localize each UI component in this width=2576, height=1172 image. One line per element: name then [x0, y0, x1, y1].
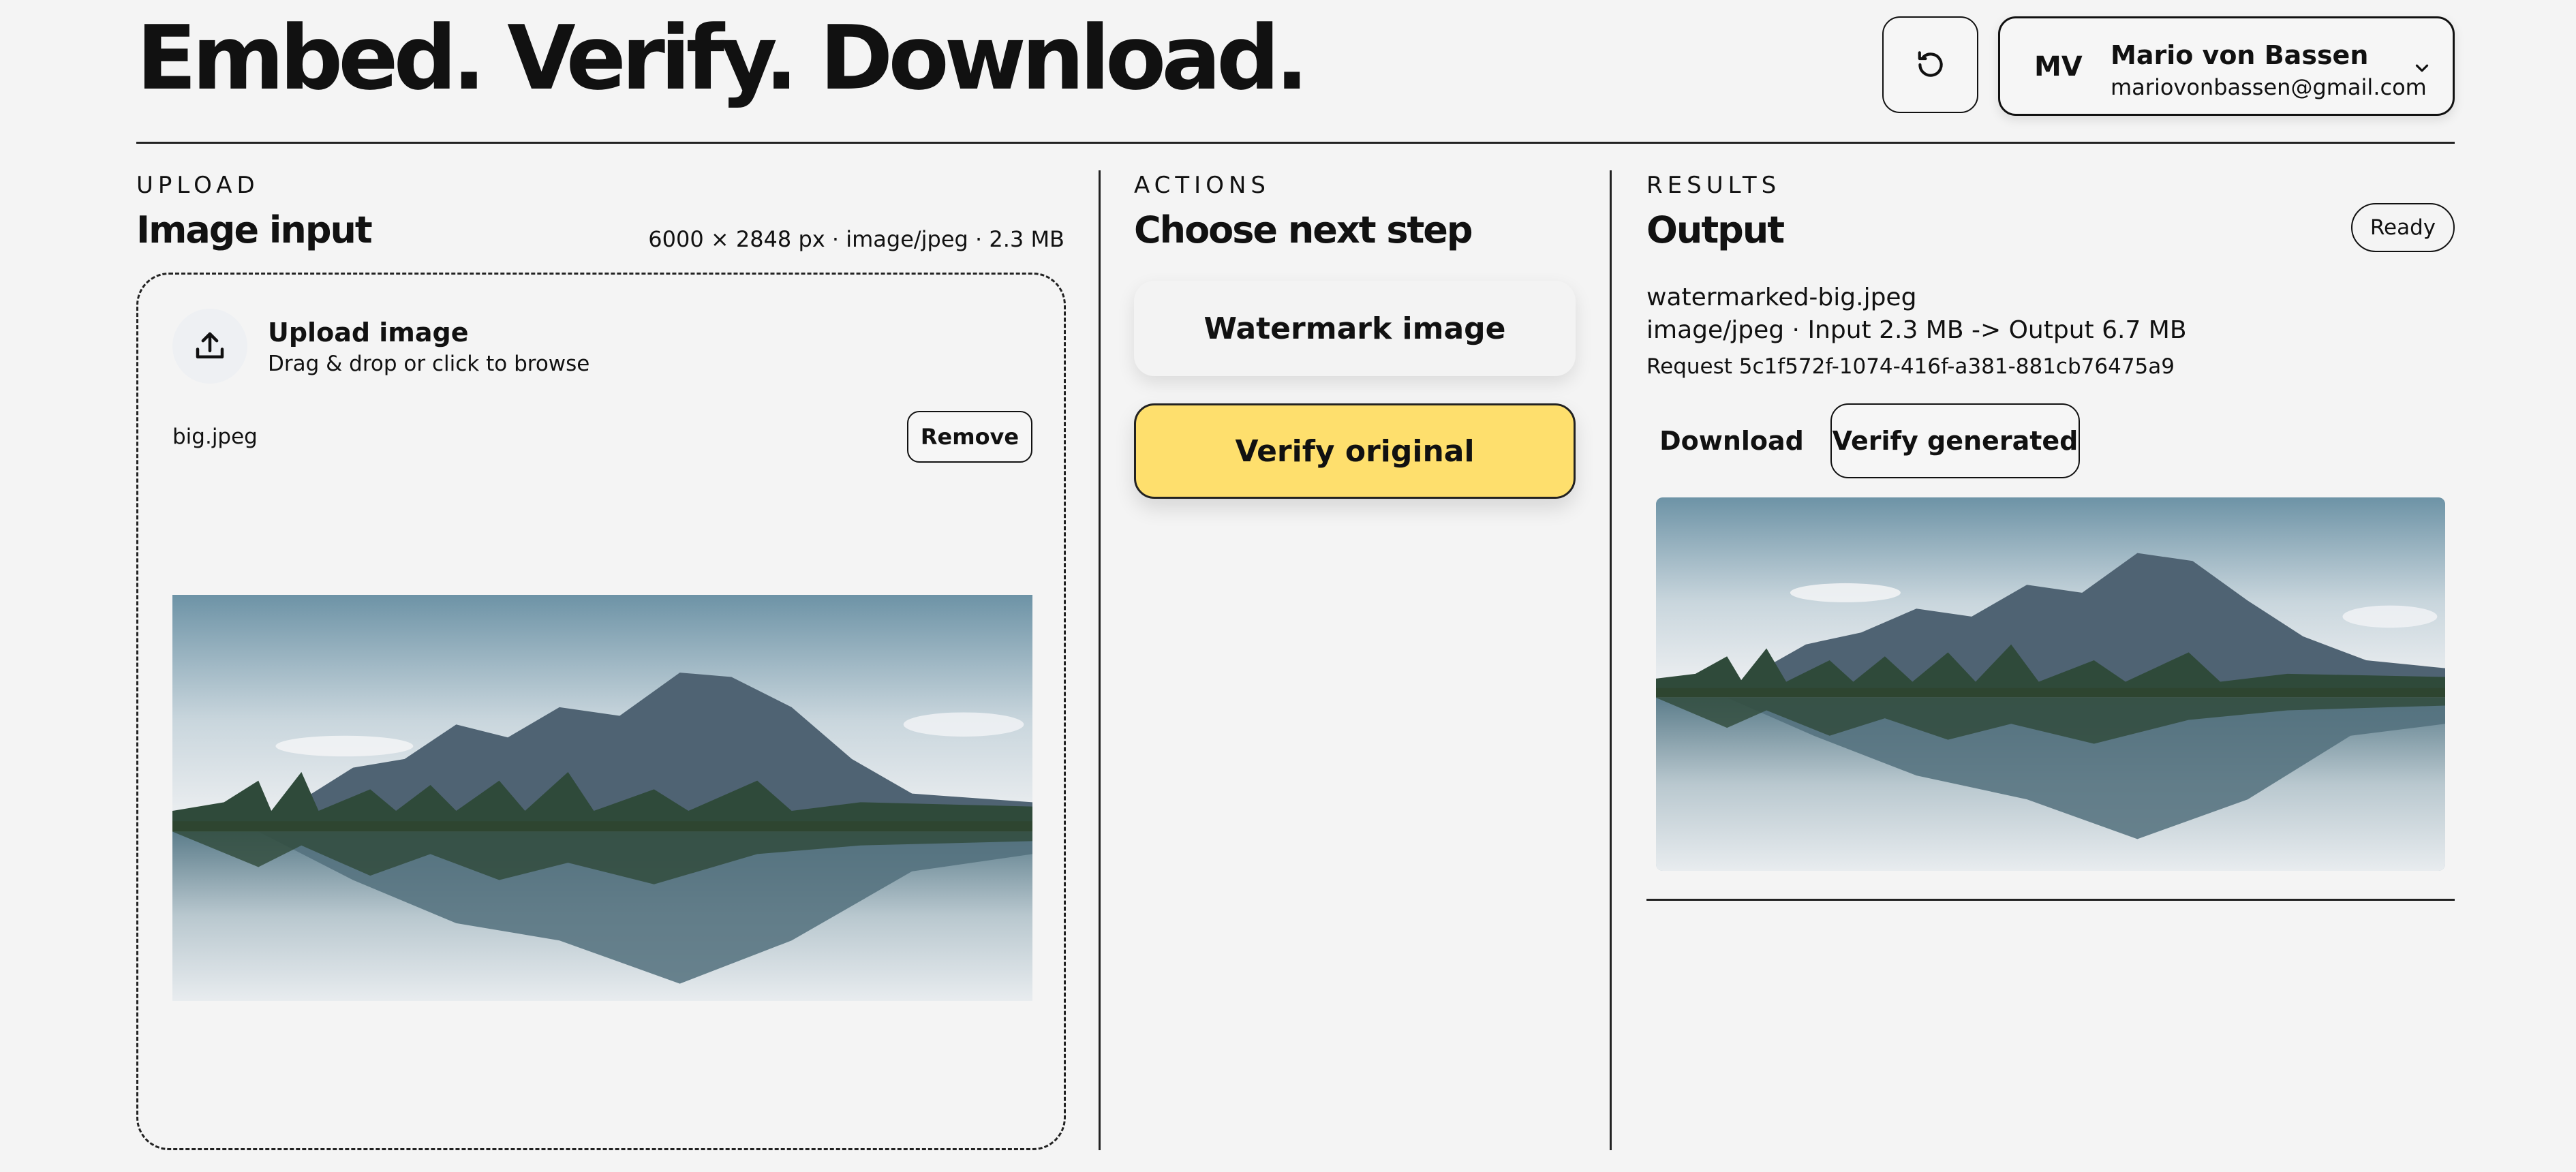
- actions-heading: Choose next step: [1134, 209, 1473, 251]
- upload-dropzone[interactable]: Upload image Drag & drop or click to bro…: [136, 273, 1066, 1150]
- refresh-button[interactable]: [1882, 16, 1978, 113]
- user-email: mariovonbassen@gmail.com: [2111, 74, 2427, 100]
- image-meta: 6000 × 2848 px · image/jpeg · 2.3 MB: [648, 226, 1064, 252]
- upload-icon: [196, 332, 224, 358]
- request-id: Request 5c1f572f-1074-416f-a381-881cb764…: [1646, 354, 2175, 379]
- column-divider: [1099, 170, 1101, 1150]
- upload-title: Upload image: [268, 318, 469, 348]
- upload-eyebrow: UPLOAD: [136, 172, 260, 199]
- column-divider: [1610, 170, 1612, 1150]
- refresh-icon: [1918, 51, 1943, 77]
- results-eyebrow: RESULTS: [1646, 172, 1781, 199]
- page-title: Embed. Verify. Download.: [136, 6, 1308, 110]
- user-menu[interactable]: MV Mario von Bassen mariovonbassen@gmail…: [1998, 16, 2455, 116]
- file-name: big.jpeg: [172, 425, 258, 449]
- output-file-name: watermarked-big.jpeg: [1646, 283, 1917, 311]
- upload-subtitle: Drag & drop or click to browse: [268, 352, 590, 376]
- output-image-preview: [1656, 497, 2445, 871]
- remove-button[interactable]: Remove: [907, 411, 1032, 463]
- avatar: MV: [2034, 51, 2083, 82]
- app-page: Embed. Verify. Download. MV Mario von Ba…: [0, 0, 2576, 1172]
- download-button[interactable]: Download: [1646, 405, 1817, 477]
- results-divider: [1646, 899, 2455, 901]
- upload-heading: Image input: [136, 209, 373, 251]
- verify-original-button[interactable]: Verify original: [1134, 403, 1576, 499]
- chevron-down-icon[interactable]: [2412, 58, 2432, 78]
- watermark-image-button[interactable]: Watermark image: [1134, 281, 1576, 376]
- user-name: Mario von Bassen: [2111, 40, 2369, 70]
- upload-icon-badge[interactable]: [172, 309, 247, 384]
- actions-eyebrow: ACTIONS: [1134, 172, 1270, 199]
- output-meta: image/jpeg · Input 2.3 MB -> Output 6.7 …: [1646, 316, 2187, 344]
- results-heading: Output: [1646, 209, 1785, 251]
- header-divider: [136, 142, 2455, 144]
- input-image-preview: [172, 595, 1032, 1001]
- verify-generated-button[interactable]: Verify generated: [1830, 403, 2080, 478]
- status-badge: Ready: [2351, 203, 2455, 252]
